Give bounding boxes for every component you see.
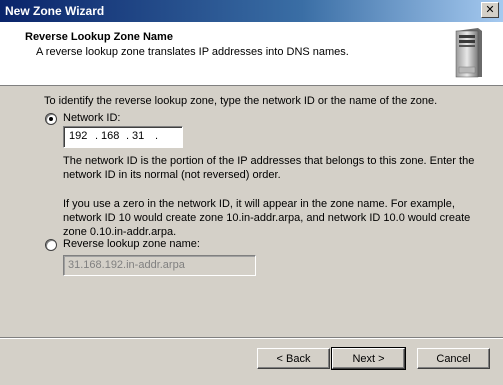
server-icon [455, 28, 482, 78]
zero-note: If you use a zero in the network ID, it … [63, 198, 471, 238]
cancel-button[interactable]: Cancel [417, 348, 490, 369]
reverse-zone-value: 31.168.192.in-addr.arpa [68, 259, 185, 271]
network-id-radio[interactable] [45, 113, 57, 125]
title-bar: New Zone Wizard ✕ [0, 0, 503, 22]
close-icon: ✕ [485, 4, 495, 16]
window-title: New Zone Wizard [5, 4, 105, 18]
network-id-description: The network ID is the portion of the IP … [63, 155, 475, 181]
ip-octet-1[interactable]: 192 [69, 130, 87, 142]
close-button[interactable]: ✕ [481, 2, 499, 18]
back-button[interactable]: < Back [257, 348, 330, 369]
network-id-input[interactable]: 192 . 168 . 31 . [63, 126, 183, 148]
reverse-zone-radio[interactable] [45, 239, 57, 251]
page-title: Reverse Lookup Zone Name [25, 31, 173, 43]
reverse-zone-input: 31.168.192.in-addr.arpa [63, 255, 256, 276]
wizard-content: To identify the reverse lookup zone, typ… [0, 86, 503, 336]
reverse-zone-label[interactable]: Reverse lookup zone name: [63, 238, 200, 250]
page-subtitle: A reverse lookup zone translates IP addr… [36, 46, 349, 58]
next-button[interactable]: Next > [331, 347, 406, 370]
footer-divider [0, 337, 503, 339]
wizard-header: Reverse Lookup Zone Name A reverse looku… [0, 22, 503, 86]
instruction-text: To identify the reverse lookup zone, typ… [44, 95, 438, 107]
network-id-label[interactable]: Network ID: [63, 112, 120, 124]
ip-octet-3[interactable]: 31 [132, 130, 144, 142]
ip-octet-2[interactable]: 168 [101, 130, 119, 142]
